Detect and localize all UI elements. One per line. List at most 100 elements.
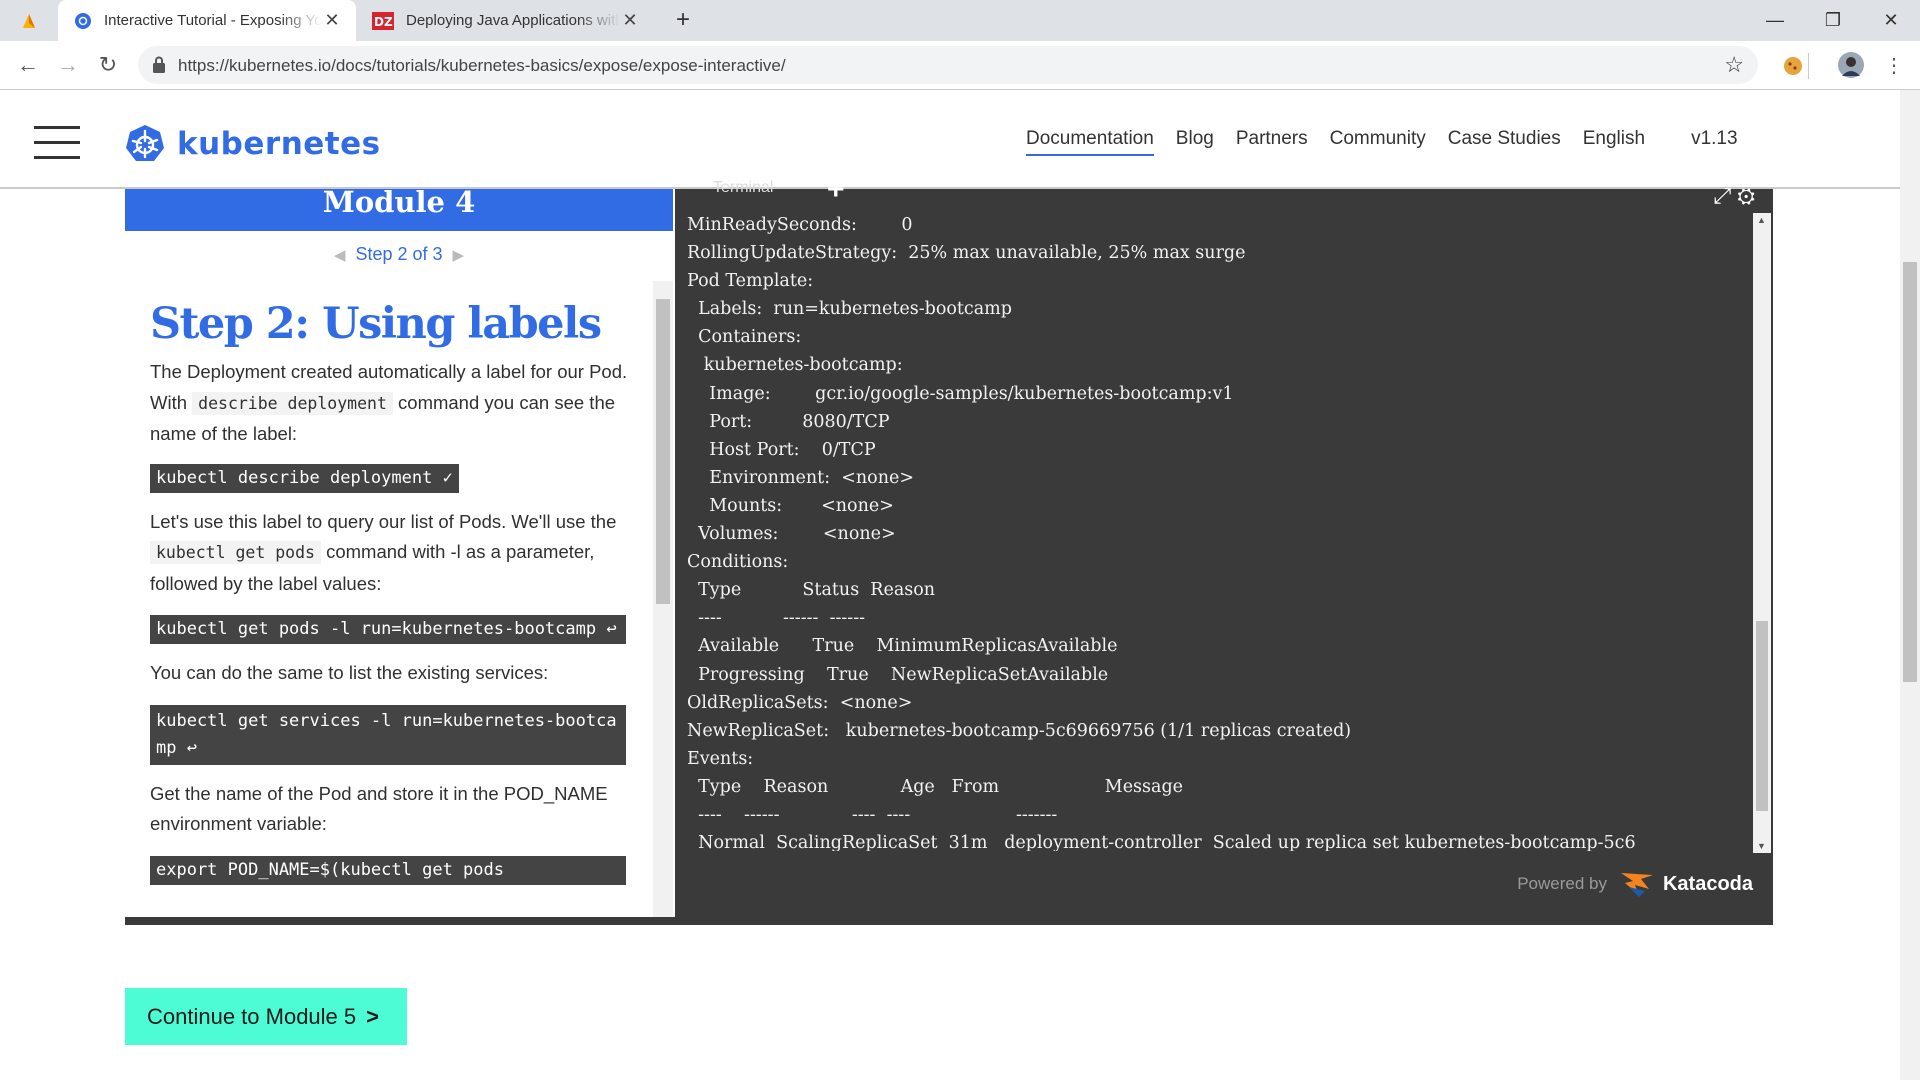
extension-icon[interactable] xyxy=(1782,55,1804,77)
back-icon[interactable]: ← xyxy=(12,49,44,81)
terminal-panel: Terminal + ⤢ ⚙ MinReadySeconds: 0 Rolling… xyxy=(675,173,1773,924)
brand-name: kubernetes xyxy=(177,126,381,162)
url-text: https://kubernetes.io/docs/tutorials/kub… xyxy=(178,56,786,75)
nav-documentation[interactable]: Documentation xyxy=(1026,128,1154,156)
terminal-output[interactable]: MinReadySeconds: 0 RollingUpdateStrategy:… xyxy=(687,211,1755,851)
svg-text:DZ: DZ xyxy=(374,15,393,29)
terminal-line: Host Port: 0/TCP xyxy=(687,439,876,460)
terminal-line: ---- ------ ------ xyxy=(687,608,866,629)
close-window-icon[interactable]: ✕ xyxy=(1862,0,1920,41)
katacoda-wordmark: Katacoda xyxy=(1662,872,1753,895)
terminal-line: OldReplicaSets: <none> xyxy=(687,692,913,713)
lesson-content: Step 2: Using labels The Deployment crea… xyxy=(150,279,628,885)
new-tab-button[interactable]: + xyxy=(668,6,698,36)
terminal-line: Normal ScalingReplicaSet 31m deployment-… xyxy=(687,833,1636,851)
text: Let's use this label to query our list o… xyxy=(150,510,617,532)
command-describe-deployment[interactable]: kubectl describe deployment ✓ xyxy=(150,463,459,493)
close-tab-icon[interactable]: ✕ xyxy=(322,10,342,31)
tab-interactive-tutorial[interactable]: Interactive Tutorial - Exposing Yo ✕ xyxy=(58,0,356,41)
terminal-line: RollingUpdateStrategy: 25% max unavailab… xyxy=(687,243,1246,264)
terminal-line: Type Reason Age From Message xyxy=(687,776,1184,797)
tab-title: Interactive Tutorial - Exposing Yo xyxy=(104,12,322,29)
step-navigation: ◀ Step 2 of 3 ▶ xyxy=(125,244,673,265)
add-terminal-icon[interactable]: + xyxy=(827,173,845,207)
powered-by[interactable]: Powered by Katacoda xyxy=(1517,869,1753,899)
terminal-line: Available True MinimumReplicasAvailable xyxy=(687,636,1118,657)
kubernetes-logo-icon xyxy=(126,125,164,161)
tab-deploying-java[interactable]: DZ Deploying Java Applications with ✕ xyxy=(356,0,654,41)
terminal-line: Pod Template: xyxy=(687,271,814,292)
command-get-services[interactable]: kubectl get services -l run=kubernetes-b… xyxy=(150,704,626,765)
terminal-line: Mounts: <none> xyxy=(687,495,894,516)
lesson-scrollbar-thumb[interactable] xyxy=(656,299,670,604)
browser-menu-icon[interactable]: ⋮ xyxy=(1878,49,1910,81)
terminal-line: Conditions: xyxy=(687,552,789,573)
close-tab-icon[interactable]: ✕ xyxy=(620,10,640,31)
expand-icon[interactable]: ⤢ xyxy=(1713,183,1731,208)
restore-icon[interactable]: ❐ xyxy=(1804,0,1862,41)
terminal-line: Environment: <none> xyxy=(687,467,914,488)
bookmark-star-icon[interactable]: ☆ xyxy=(1724,52,1744,78)
tab-title: Deploying Java Applications with xyxy=(406,12,620,29)
kubernetes-favicon-icon xyxy=(75,12,91,29)
inline-code: kubectl get pods xyxy=(150,541,321,564)
command-export-pod-name[interactable]: export POD_NAME=$(kubectl get pods xyxy=(150,855,626,885)
powered-by-label: Powered by xyxy=(1517,874,1607,893)
minimize-icon[interactable]: — xyxy=(1746,0,1804,41)
terminal-line: Type Status Reason xyxy=(687,580,936,601)
dzone-favicon-icon: DZ xyxy=(372,11,394,30)
terminal-line: Port: 8080/TCP xyxy=(687,411,890,432)
terminal-scrollbar[interactable]: ▲ ▼ xyxy=(1753,213,1771,853)
prev-step-icon[interactable]: ◀ xyxy=(334,247,346,264)
menu-icon[interactable] xyxy=(34,126,80,160)
lesson-paragraph: The Deployment created automatically a l… xyxy=(150,357,628,450)
lesson-scrollbar[interactable] xyxy=(653,281,673,917)
nav-blog[interactable]: Blog xyxy=(1176,128,1214,156)
nav-partners[interactable]: Partners xyxy=(1236,128,1308,156)
terminal-line: Events: xyxy=(687,748,754,769)
scroll-up-icon[interactable]: ▲ xyxy=(1757,215,1766,225)
terminal-line: Labels: run=kubernetes-bootcamp xyxy=(687,299,1012,320)
step-heading: Step 2: Using labels xyxy=(150,299,602,349)
avatar[interactable] xyxy=(1838,52,1864,78)
reload-icon[interactable]: ↻ xyxy=(92,49,124,81)
terminal-line: kubernetes-bootcamp: xyxy=(687,355,903,376)
toolbar-divider xyxy=(1808,53,1809,79)
scroll-down-icon[interactable]: ▼ xyxy=(1757,841,1766,851)
nav-community[interactable]: Community xyxy=(1330,128,1426,156)
nav-language[interactable]: English xyxy=(1583,128,1645,156)
lesson-paragraph: You can do the same to list the existing… xyxy=(150,662,549,683)
pinned-tab-icon xyxy=(23,13,35,28)
terminal-line: NewReplicaSet: kubernetes-bootcamp-5c696… xyxy=(687,720,1352,741)
forward-icon[interactable]: → xyxy=(52,49,84,81)
terminal-tab[interactable]: Terminal xyxy=(713,179,773,197)
terminal-bottom-border xyxy=(125,917,1773,925)
next-step-icon[interactable]: ▶ xyxy=(453,247,465,264)
terminal-scrollbar-thumb[interactable] xyxy=(1756,621,1768,811)
step-indicator: Step 2 of 3 xyxy=(355,244,443,264)
lesson-paragraph: Get the name of the Pod and store it in … xyxy=(150,782,608,835)
page-scrollbar[interactable] xyxy=(1900,90,1920,1080)
site-header: kubernetes Documentation Blog Partners C… xyxy=(0,90,1900,189)
browser-toolbar: ← → ↻ https://kubernetes.io/docs/tutoria… xyxy=(0,41,1920,90)
browser-tab-bar: Interactive Tutorial - Exposing Yo ✕ DZ … xyxy=(0,0,1920,41)
terminal-line: ---- ------ ---- ---- ------- xyxy=(687,804,1058,825)
pinned-tab[interactable] xyxy=(0,0,58,41)
address-bar[interactable]: https://kubernetes.io/docs/tutorials/kub… xyxy=(138,46,1758,84)
terminal-line: MinReadySeconds: 0 xyxy=(687,215,913,235)
terminal-line: Volumes: <none> xyxy=(687,524,896,545)
terminal-line: Progressing True NewReplicaSetAvailable xyxy=(687,664,1109,685)
terminal-line: Containers: xyxy=(687,327,802,348)
settings-icon[interactable]: ⚙ xyxy=(1737,183,1755,208)
terminal-tools: ⤢ ⚙ xyxy=(1713,183,1755,209)
nav-case-studies[interactable]: Case Studies xyxy=(1448,128,1561,156)
continue-button[interactable]: Continue to Module 5 > xyxy=(125,988,407,1045)
nav-version[interactable]: v1.13 xyxy=(1691,128,1737,156)
terminal-line: Image: gcr.io/google-samples/kubernetes-… xyxy=(687,383,1234,404)
lesson-paragraph: Let's use this label to query our list o… xyxy=(150,507,628,600)
page-scrollbar-thumb[interactable] xyxy=(1903,262,1917,682)
inline-code: describe deployment xyxy=(192,391,393,415)
continue-label: Continue to Module 5 xyxy=(147,1004,357,1029)
brand-logo[interactable]: kubernetes xyxy=(125,124,381,164)
command-get-pods[interactable]: kubectl get pods -l run=kubernetes-bootc… xyxy=(150,615,626,644)
